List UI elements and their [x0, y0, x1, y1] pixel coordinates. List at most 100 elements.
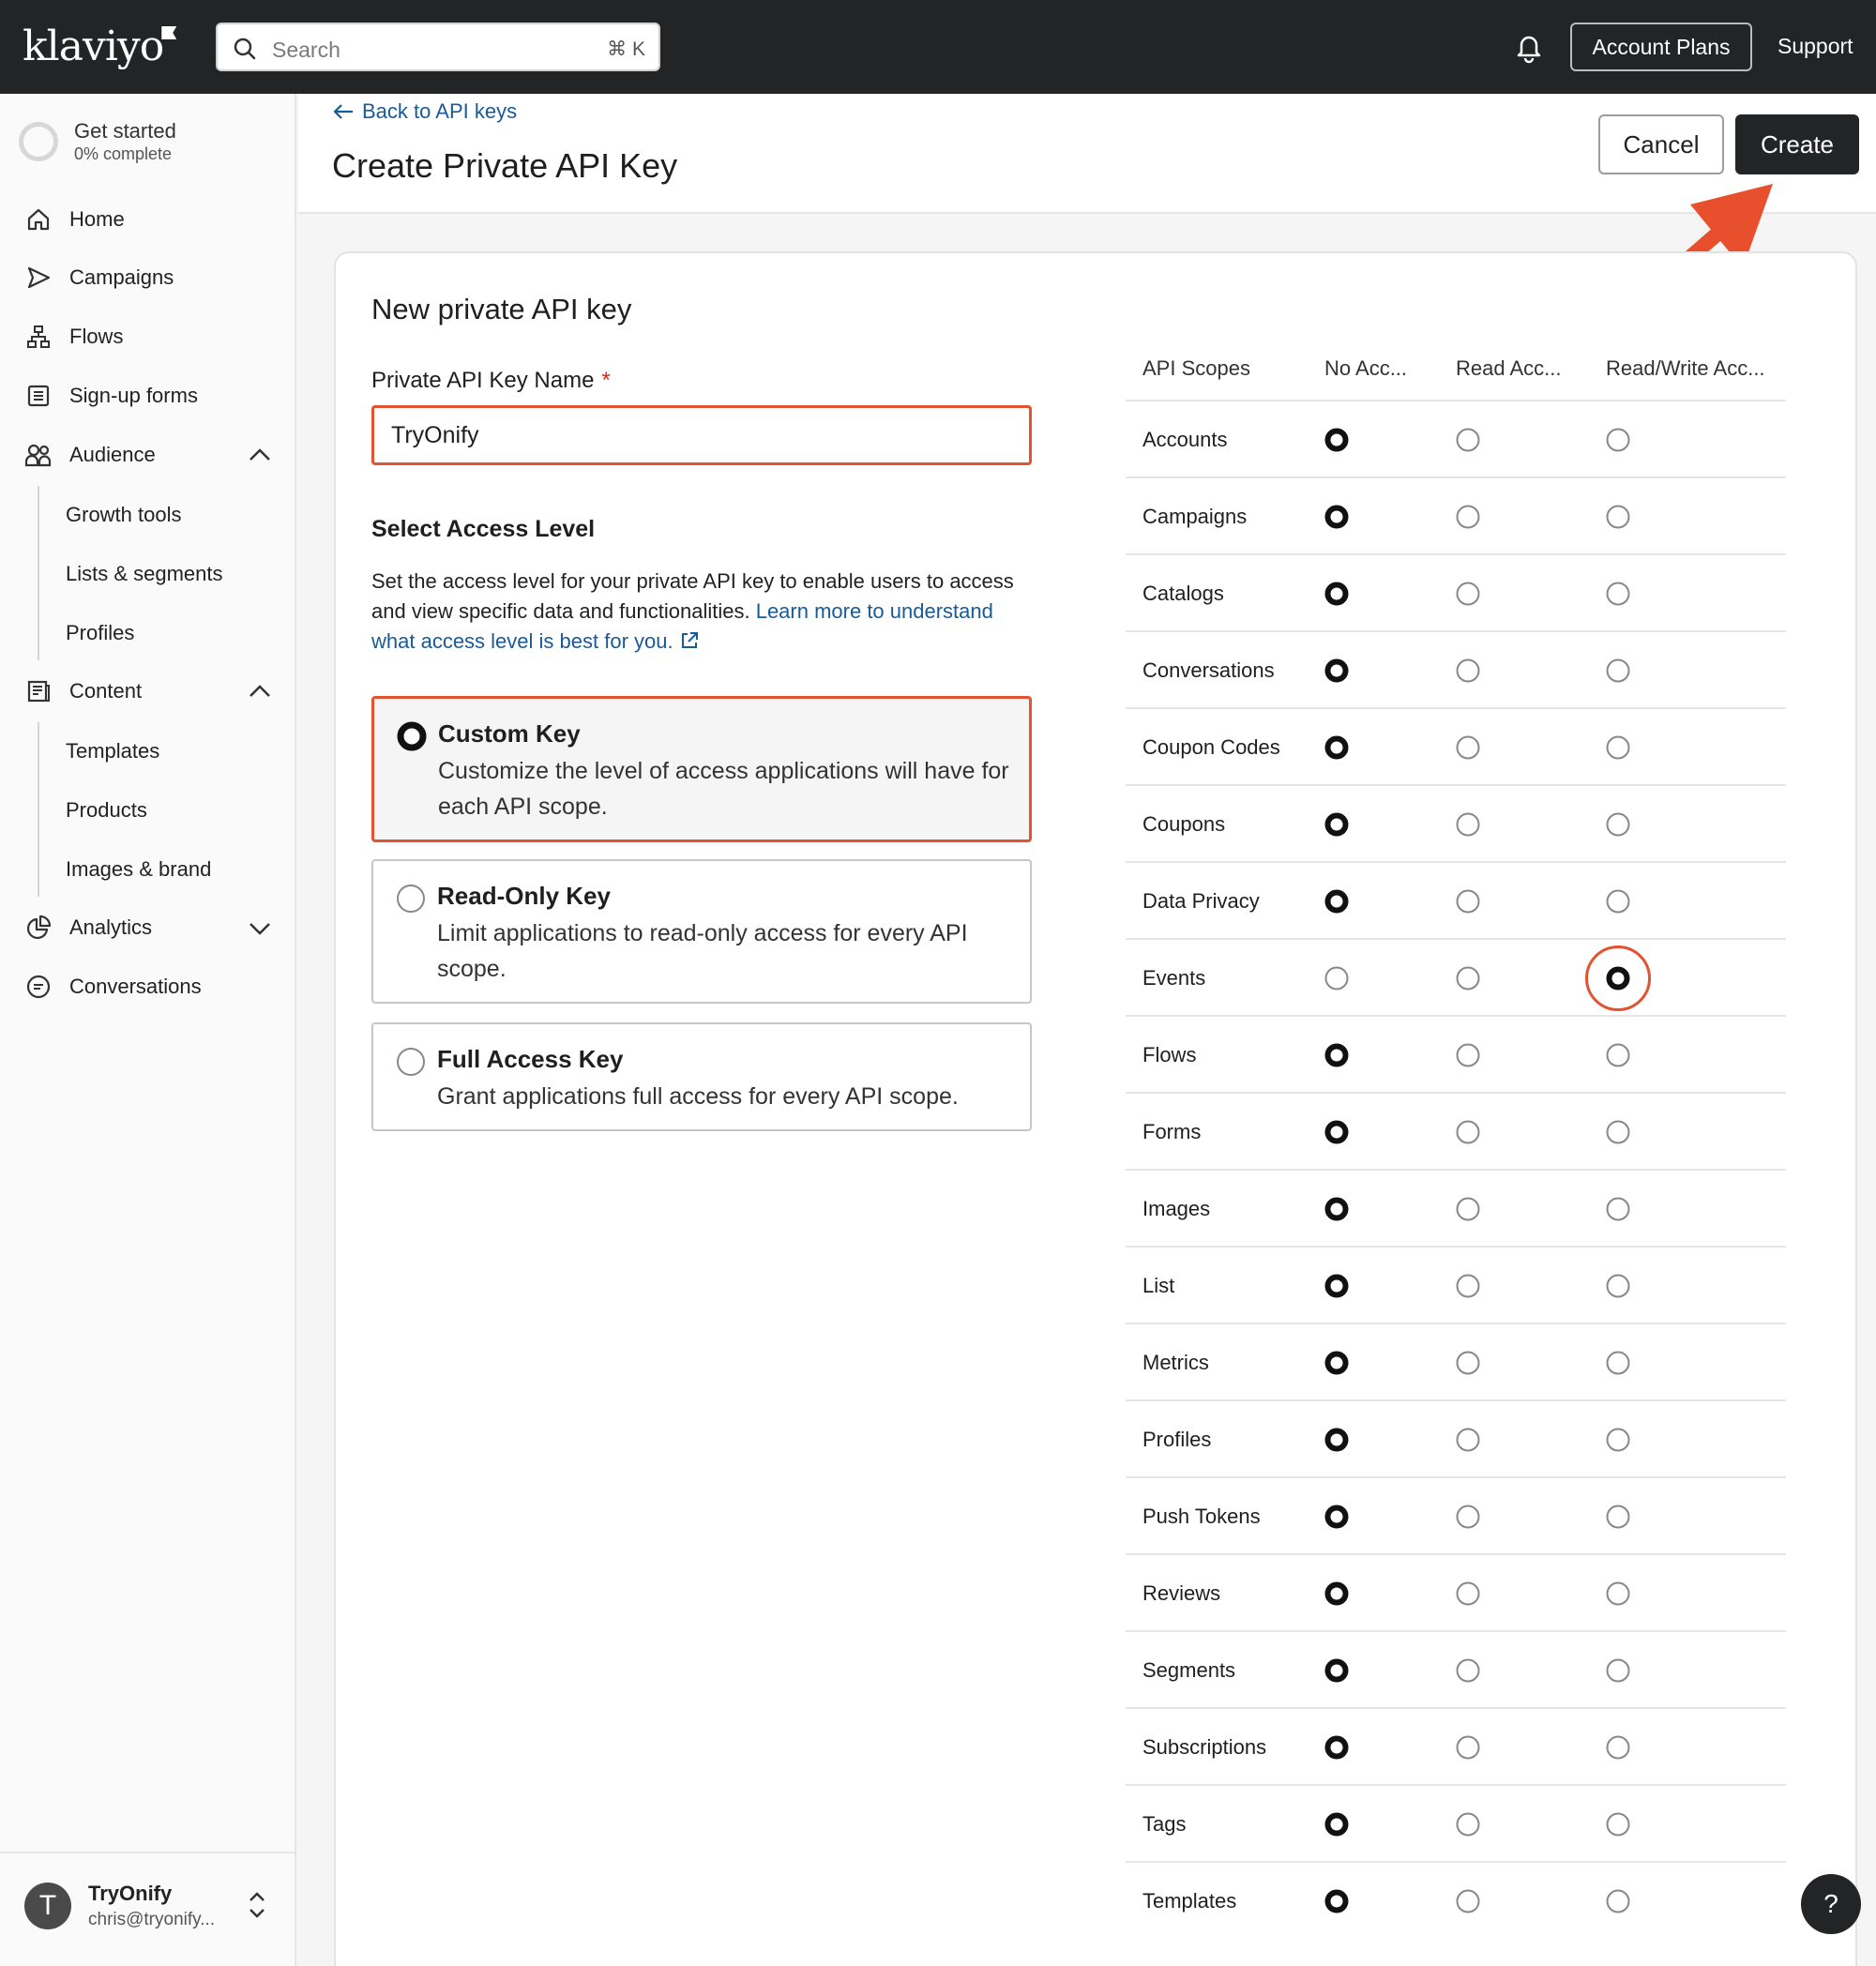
sidebar-subitem-products[interactable]: Products [66, 798, 147, 823]
radio-unselected-icon[interactable] [1456, 889, 1480, 918]
radio-unselected-icon[interactable] [1456, 1428, 1480, 1457]
radio-unselected-icon[interactable] [1456, 1043, 1480, 1072]
radio-unselected-icon[interactable] [1606, 1120, 1630, 1149]
radio-unselected-icon[interactable] [1456, 1197, 1480, 1226]
sidebar-subitem-images-brand[interactable]: Images & brand [66, 857, 211, 882]
sidebar-subitem-lists-segments[interactable]: Lists & segments [66, 562, 223, 586]
chevron-down-icon[interactable] [248, 919, 272, 938]
back-to-api-keys-link[interactable]: Back to API keys [332, 99, 517, 124]
support-link[interactable]: Support [1778, 34, 1853, 59]
send-icon [24, 264, 53, 292]
key-name-label-text: Private API Key Name [371, 368, 595, 393]
option-description: Customize the level of access applicatio… [438, 758, 1009, 820]
radio-selected-icon[interactable] [1324, 1658, 1349, 1687]
account-switcher[interactable]: T TryOnify chris@tryonify... [0, 1852, 295, 1966]
radio-unselected-icon[interactable] [1456, 735, 1480, 764]
create-button[interactable]: Create [1735, 114, 1859, 174]
radio-unselected-icon[interactable] [1606, 582, 1630, 611]
radio-selected-icon[interactable] [1324, 889, 1349, 918]
radio-unselected-icon[interactable] [1606, 735, 1630, 764]
radio-selected-icon[interactable] [1324, 812, 1349, 841]
radio-selected-icon[interactable] [1324, 1581, 1349, 1611]
radio-selected-icon[interactable] [1324, 1735, 1349, 1764]
radio-selected-icon[interactable] [1324, 658, 1349, 688]
radio-unselected-icon[interactable] [1606, 889, 1630, 918]
radio-unselected-icon[interactable] [1606, 1274, 1630, 1303]
sidebar-item-analytics[interactable]: Analytics [24, 909, 152, 946]
help-button[interactable]: ? [1801, 1874, 1861, 1934]
radio-unselected-icon[interactable] [1456, 658, 1480, 688]
cancel-button[interactable]: Cancel [1598, 114, 1724, 174]
radio-unselected-icon[interactable] [1456, 1505, 1480, 1534]
radio-unselected-icon[interactable] [1606, 1735, 1630, 1764]
radio-unselected-icon[interactable] [1606, 1658, 1630, 1687]
radio-selected-icon[interactable] [1324, 735, 1349, 764]
klaviyo-logo[interactable]: klaviyo [23, 23, 177, 70]
radio-unselected-icon[interactable] [1324, 966, 1349, 995]
get-started-title: Get started [74, 119, 176, 143]
page-title: Create Private API Key [332, 146, 678, 185]
sidebar-item-audience[interactable]: Audience [24, 436, 156, 474]
radio-unselected-icon[interactable] [1456, 1351, 1480, 1380]
radio-selected-icon[interactable] [1324, 428, 1349, 457]
full-access-key-option[interactable]: Full Access Key Grant applications full … [371, 1022, 1032, 1131]
radio-unselected-icon[interactable] [1456, 1889, 1480, 1918]
radio-unselected-icon[interactable] [1606, 1351, 1630, 1380]
radio-selected-icon[interactable] [1324, 1505, 1349, 1534]
account-plans-button[interactable]: Account Plans [1570, 23, 1752, 71]
radio-unselected-icon[interactable] [1606, 1505, 1630, 1534]
radio-unselected-icon[interactable] [1456, 1274, 1480, 1303]
radio-unselected-icon[interactable] [1606, 1889, 1630, 1918]
chevron-up-icon[interactable] [248, 682, 272, 701]
radio-unselected-icon[interactable] [1606, 428, 1630, 457]
radio-unselected-icon[interactable] [1606, 1043, 1630, 1072]
radio-selected-icon[interactable] [1324, 582, 1349, 611]
radio-unselected-icon[interactable] [1606, 1812, 1630, 1841]
radio-selected-icon[interactable] [1324, 1043, 1349, 1072]
radio-selected-icon[interactable] [1324, 1120, 1349, 1149]
radio-selected-icon[interactable] [1324, 505, 1349, 534]
scope-row: Profiles [1126, 1399, 1786, 1476]
radio-selected-icon[interactable] [1324, 1351, 1349, 1380]
scope-row: Coupon Codes [1126, 707, 1786, 784]
notifications-bell-icon[interactable] [1514, 32, 1544, 68]
radio-selected-icon[interactable] [1324, 1274, 1349, 1303]
sidebar-item-flows[interactable]: Flows [24, 318, 123, 355]
radio-unselected-icon[interactable] [1606, 505, 1630, 534]
radio-selected-icon[interactable] [1324, 1428, 1349, 1457]
radio-unselected-icon[interactable] [1456, 1120, 1480, 1149]
key-name-input[interactable]: TryOnify [371, 405, 1032, 465]
sidebar-subitem-profiles[interactable]: Profiles [66, 621, 134, 645]
radio-unselected-icon[interactable] [1456, 428, 1480, 457]
radio-unselected-icon[interactable] [1456, 582, 1480, 611]
search-input[interactable]: Search ⌘ K [216, 23, 660, 71]
radio-selected-icon[interactable] [1324, 1197, 1349, 1226]
radio-unselected-icon[interactable] [1606, 1428, 1630, 1457]
read-only-key-option[interactable]: Read-Only Key Limit applications to read… [371, 859, 1032, 1004]
sidebar-subitem-growth-tools[interactable]: Growth tools [66, 503, 182, 527]
sidebar-item-signup-forms[interactable]: Sign-up forms [24, 377, 198, 415]
radio-unselected-icon[interactable] [1456, 505, 1480, 534]
scope-name: Tags [1142, 1812, 1187, 1836]
scope-row: Push Tokens [1126, 1476, 1786, 1553]
sidebar-item-content[interactable]: Content [24, 673, 142, 710]
radio-selected-icon[interactable] [1324, 1889, 1349, 1918]
radio-unselected-icon[interactable] [1456, 1812, 1480, 1841]
radio-unselected-icon[interactable] [1606, 1197, 1630, 1226]
sidebar-item-conversations[interactable]: Conversations [24, 968, 202, 1006]
custom-key-option[interactable]: Custom Key Customize the level of access… [371, 696, 1032, 842]
radio-unselected-icon[interactable] [1456, 812, 1480, 841]
radio-unselected-icon[interactable] [1606, 1581, 1630, 1611]
radio-unselected-icon[interactable] [1456, 1735, 1480, 1764]
sidebar-item-home[interactable]: Home [24, 201, 125, 238]
chevron-up-icon[interactable] [248, 446, 272, 464]
radio-unselected-icon[interactable] [1606, 812, 1630, 841]
radio-unselected-icon[interactable] [1606, 658, 1630, 688]
radio-unselected-icon[interactable] [1456, 1658, 1480, 1687]
radio-selected-icon[interactable] [1324, 1812, 1349, 1841]
sidebar-item-campaigns[interactable]: Campaigns [24, 259, 174, 296]
radio-unselected-icon[interactable] [1456, 966, 1480, 995]
sidebar-item-label: Sign-up forms [69, 384, 198, 407]
sidebar-subitem-templates[interactable]: Templates [66, 739, 159, 764]
radio-unselected-icon[interactable] [1456, 1581, 1480, 1611]
